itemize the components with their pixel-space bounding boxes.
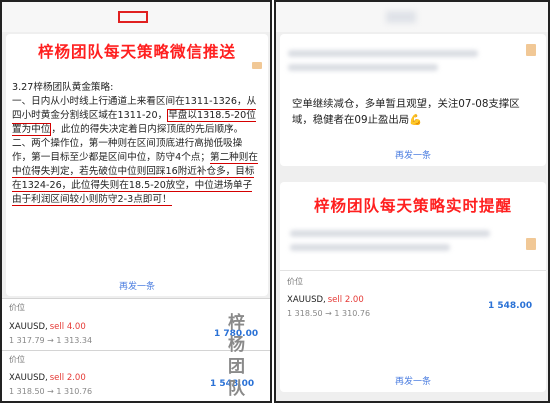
blurred-header-line xyxy=(288,64,438,71)
article-paragraph-2: 二、两个操作位，第一种则在区间顶底进行高抛低吸操作，第一目标至少都是区间中位，防… xyxy=(12,138,258,206)
right-top-bar xyxy=(276,2,548,32)
bookmark-icon xyxy=(526,44,536,56)
bookmark-icon xyxy=(526,238,536,250)
price-label: 价位 xyxy=(287,277,303,286)
send-another-link[interactable]: 再发一条 xyxy=(280,374,546,387)
blurred-header-line xyxy=(288,50,478,57)
send-another-link[interactable]: 再发一条 xyxy=(280,148,546,161)
left-banner-title: 梓杨团队每天策略微信推送 xyxy=(37,42,236,61)
blurred-line xyxy=(290,230,490,237)
order-price: 1 548.00 xyxy=(488,301,533,311)
bookmark-icon xyxy=(252,62,262,69)
right-reminder-card: 梓杨团队每天策略实时提醒 价位 XAUUSD, sell 2.00 1 318.5… xyxy=(280,182,546,392)
right-message-card: 空单继续减仓，多单暂且观望，关注07-08支撑区域，稳健者在09止盈出局💪 再发… xyxy=(280,34,546,166)
price-label: 价位 xyxy=(9,303,25,312)
right-screenshot-panel: 空单继续减仓，多单暂且观望，关注07-08支撑区域，稳健者在09止盈出局💪 再发… xyxy=(274,0,550,403)
right-message-text: 空单继续减仓，多单暂且观望，关注07-08支撑区域，稳健者在09止盈出局💪 xyxy=(292,98,520,126)
order-range: 1 318.50 → 1 310.76 xyxy=(9,387,93,396)
watermark-char: 队 xyxy=(228,379,245,399)
send-another-link[interactable]: 再发一条 xyxy=(6,279,268,292)
right-title-blurred xyxy=(386,11,416,23)
flex-arm-icon: 💪 xyxy=(409,114,423,126)
order-symbol: XAUUSD, sell 4.00 xyxy=(9,322,86,332)
order-range: 1 318.50 → 1 310.76 xyxy=(287,309,371,318)
left-screenshot-panel: 梓杨团队每天策略微信推送 3.27梓杨团队黄金策略: 一、日内从小时线上行通道上… xyxy=(0,0,272,403)
right-banner-title: 梓杨团队每天策略实时提醒 xyxy=(313,196,512,215)
left-top-bar xyxy=(2,2,270,32)
order-symbol: XAUUSD, sell 2.00 xyxy=(287,295,364,305)
price-label: 价位 xyxy=(9,355,25,364)
order-range: 1 317.79 → 1 313.34 xyxy=(9,336,93,345)
article-paragraph-1: 一、日内从小时线上行通道上来看区间在1311-1326，从四小时黄金分割线区域在… xyxy=(12,96,257,136)
order-symbol: XAUUSD, sell 2.00 xyxy=(9,373,86,383)
blurred-line xyxy=(290,244,450,251)
article-title: 3.27梓杨团队黄金策略: xyxy=(12,82,114,93)
left-title-highlight-box xyxy=(118,11,148,23)
order-row: 价位 XAUUSD, sell 2.00 1 318.50 → 1 310.76 … xyxy=(280,270,546,328)
strategy-article: 3.27梓杨团队黄金策略: 一、日内从小时线上行通道上来看区间在1311-132… xyxy=(12,81,258,207)
left-message-card: 梓杨团队每天策略微信推送 3.27梓杨团队黄金策略: 一、日内从小时线上行通道上… xyxy=(6,34,268,296)
